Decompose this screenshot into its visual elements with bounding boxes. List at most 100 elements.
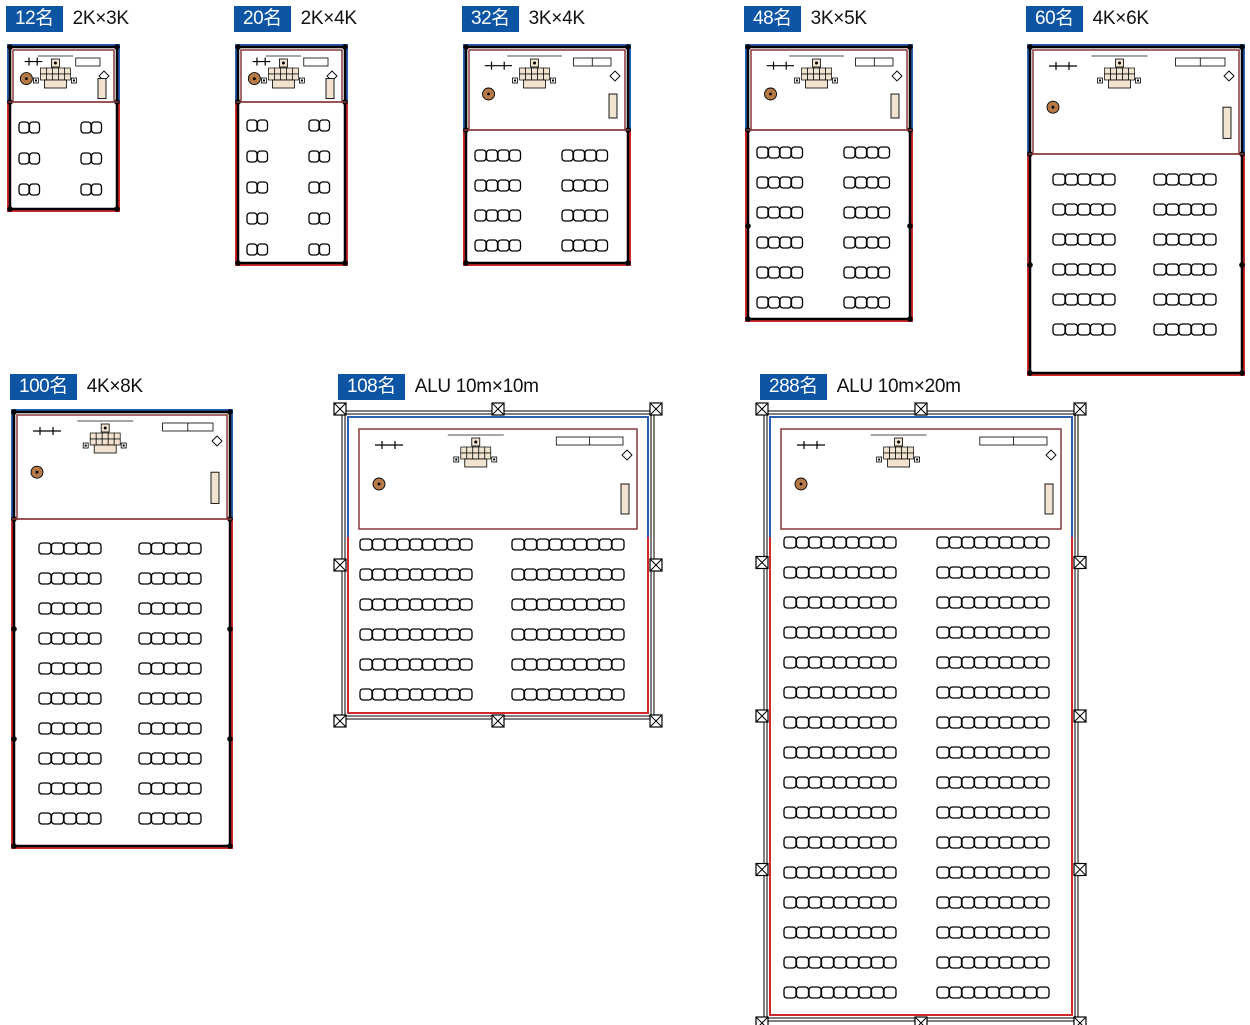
chair-icon — [783, 626, 797, 639]
chair-icon — [548, 658, 563, 671]
chair-icon — [756, 266, 769, 279]
chair-icon — [150, 632, 165, 645]
chair-icon — [1011, 956, 1025, 969]
chair-icon — [88, 782, 102, 795]
chair-icon — [175, 602, 190, 615]
chair-icon — [50, 662, 65, 675]
chair-icon — [80, 183, 92, 196]
chair-icon — [870, 956, 885, 969]
chair-icon — [833, 716, 847, 729]
chair-icon — [188, 572, 202, 585]
chair-icon — [384, 568, 398, 581]
floor-plan-48 — [745, 44, 913, 322]
chair-icon — [371, 658, 386, 671]
chair-icon — [611, 688, 625, 701]
chair-icon — [138, 542, 152, 555]
tent-size-label: 3K×4K — [528, 8, 585, 29]
chair-icon — [175, 542, 190, 555]
chair-icon — [854, 266, 868, 279]
chair-icon — [820, 656, 835, 669]
chair-icon — [1052, 173, 1066, 186]
chair-icon — [163, 542, 177, 555]
chair-icon — [833, 626, 847, 639]
chair-icon — [783, 596, 797, 609]
seat-row — [936, 926, 1050, 939]
pole-icon — [1239, 262, 1245, 268]
chair-icon — [384, 688, 398, 701]
pole-icon — [114, 44, 120, 50]
chair-icon — [1077, 263, 1091, 276]
chair-icon — [1165, 293, 1180, 306]
chair-icon — [38, 692, 52, 705]
frame-post-icon — [755, 555, 769, 570]
chair-icon — [175, 692, 190, 705]
chair-icon — [163, 602, 177, 615]
altar-icon — [789, 55, 844, 89]
seat-row — [474, 239, 522, 252]
chair-icon — [866, 266, 879, 279]
chair-icon — [1023, 566, 1038, 579]
chair-icon — [1023, 536, 1038, 549]
seat-row — [18, 121, 41, 134]
chair-icon — [948, 566, 963, 579]
chair-icon — [246, 243, 258, 256]
chair-icon — [1011, 866, 1025, 879]
chair-icon — [150, 692, 165, 705]
pole-icon — [1027, 262, 1033, 268]
chair-icon — [845, 806, 860, 819]
alu-frame-inner — [344, 413, 652, 717]
chair-icon — [75, 782, 90, 795]
chair-icon — [998, 986, 1013, 999]
chair-icon — [1052, 263, 1066, 276]
seat-row — [936, 716, 1050, 729]
chair-icon — [1077, 323, 1091, 336]
seat-row — [843, 296, 891, 309]
chair-icon — [359, 538, 373, 551]
pole-icon — [463, 260, 469, 266]
chair-icon — [833, 536, 847, 549]
seat-row — [1153, 203, 1217, 216]
chair-icon — [1190, 293, 1205, 306]
seat-row — [359, 568, 473, 581]
chair-icon — [961, 716, 975, 729]
chair-icon — [188, 722, 202, 735]
chair-icon — [573, 688, 588, 701]
chair-icon — [986, 896, 1000, 909]
seat-row — [511, 538, 625, 551]
pole-icon — [463, 44, 469, 50]
frame-post-icon — [914, 402, 928, 416]
chair-icon — [767, 266, 781, 279]
chair-icon — [833, 926, 847, 939]
chair-icon — [961, 746, 975, 759]
altar-icon — [77, 420, 134, 454]
chair-icon — [833, 836, 847, 849]
chair-icon — [508, 209, 522, 222]
chair-icon — [1153, 203, 1167, 216]
chair-icon — [883, 716, 897, 729]
chair-icon — [384, 598, 398, 611]
frame-post-icon — [649, 558, 663, 572]
tent-size-label: 2K×4K — [300, 8, 357, 29]
chair-icon — [795, 776, 810, 789]
chair-icon — [883, 986, 897, 999]
chair-icon — [845, 596, 860, 609]
chair-icon — [150, 722, 165, 735]
chair-icon — [598, 598, 613, 611]
chair-icon — [883, 896, 897, 909]
chair-icon — [446, 598, 461, 611]
chair-icon — [88, 602, 102, 615]
chair-icon — [936, 776, 950, 789]
chair-icon — [883, 686, 897, 699]
chair-icon — [1089, 263, 1104, 276]
chair-icon — [598, 538, 613, 551]
chair-icon — [808, 626, 822, 639]
chair-icon — [90, 183, 103, 196]
seat-row — [511, 628, 625, 641]
chair-icon — [1011, 626, 1025, 639]
seat-row — [936, 896, 1050, 909]
seat-row — [308, 212, 331, 225]
chair-icon — [497, 149, 510, 162]
chair-icon — [820, 866, 835, 879]
seat-row — [38, 722, 102, 735]
chair-icon — [308, 243, 320, 256]
